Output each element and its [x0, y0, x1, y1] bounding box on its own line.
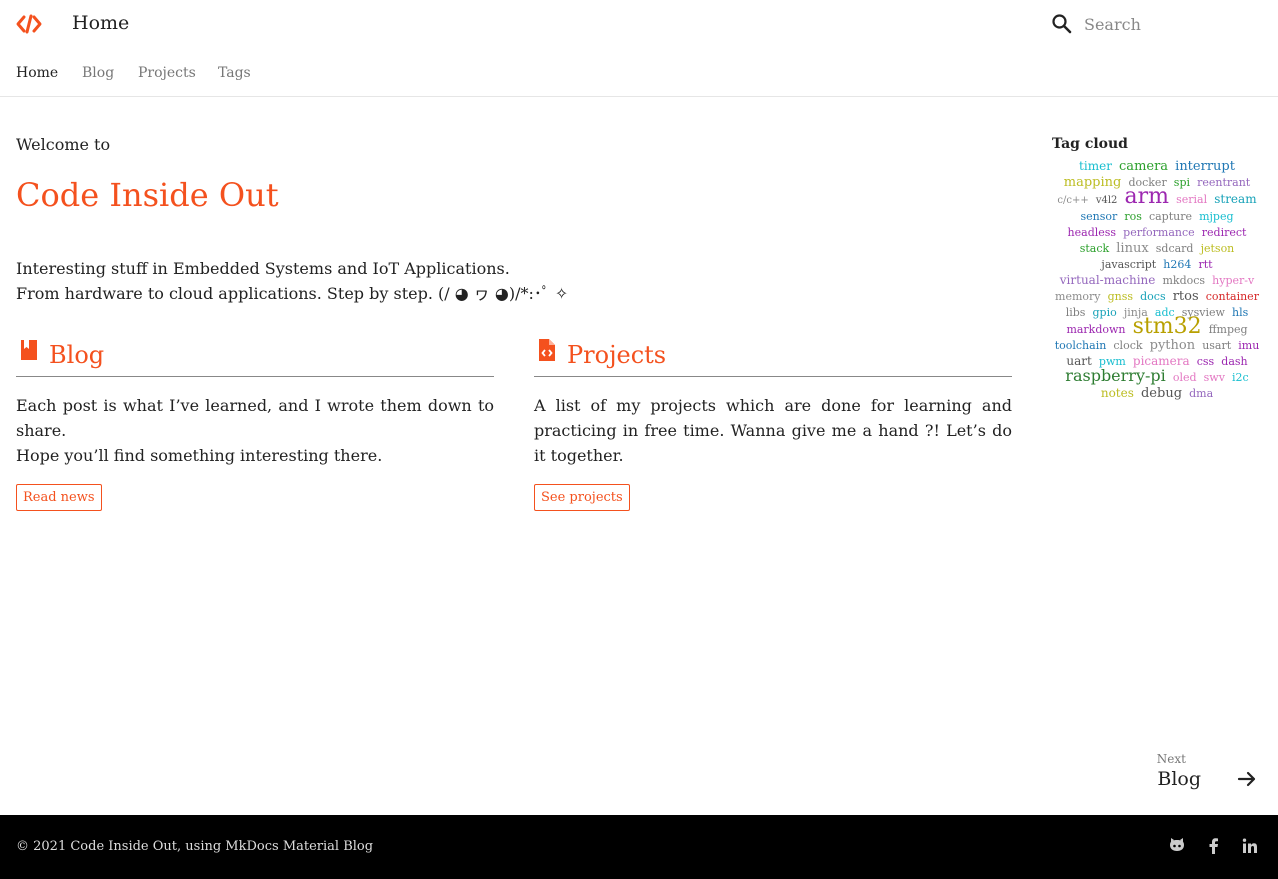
tag-capture[interactable]: capture — [1149, 210, 1192, 224]
tag-v4l2[interactable]: v4l2 — [1096, 194, 1118, 208]
tag-camera[interactable]: camera — [1119, 160, 1168, 174]
blog-card-header: Blog — [16, 338, 494, 377]
tag-hyper-v[interactable]: hyper-v — [1212, 274, 1254, 288]
tag-mjpeg[interactable]: mjpeg — [1199, 210, 1233, 224]
tag-mapping[interactable]: mapping — [1064, 176, 1122, 190]
see-projects-button[interactable]: See projects — [534, 484, 630, 511]
code-icon[interactable] — [16, 13, 42, 35]
next-page-link[interactable]: Next Blog — [1138, 750, 1258, 798]
tag-cloud: timer camera interrupt mapping docker sp… — [1052, 158, 1262, 401]
tag-rtos[interactable]: rtos — [1173, 290, 1199, 304]
footer: © 2021 Code Inside Out, using MkDocs Mat… — [0, 815, 1278, 879]
search-icon[interactable] — [1050, 12, 1074, 36]
blog-card: Blog Each post is what I’ve learned, and… — [16, 338, 494, 511]
tag-timer[interactable]: timer — [1079, 159, 1112, 173]
tag-rtt[interactable]: rtt — [1198, 258, 1212, 272]
tag-sdcard[interactable]: sdcard — [1156, 242, 1194, 256]
tab-tags[interactable]: Tags — [218, 65, 251, 81]
intro-line-2: From hardware to cloud applications. Ste… — [16, 284, 569, 303]
file-code-icon — [539, 339, 555, 361]
copyright: © 2021 Code Inside Out, using MkDocs Mat… — [16, 839, 374, 854]
facebook-icon[interactable] — [1205, 837, 1223, 855]
header: Home — [0, 0, 1278, 48]
tag-clock[interactable]: clock — [1113, 339, 1142, 353]
tag-headless[interactable]: headless — [1068, 226, 1117, 240]
projects-card: Projects A list of my projects which are… — [534, 338, 1012, 511]
tag-serial[interactable]: serial — [1176, 193, 1207, 207]
nav-tabs: Home Blog Projects Tags — [0, 48, 1278, 97]
tag-spi[interactable]: spi — [1174, 176, 1190, 190]
tag-c-c-[interactable]: c/c++ — [1057, 194, 1088, 208]
tag-mkdocs[interactable]: mkdocs — [1162, 274, 1205, 288]
tag-gpio[interactable]: gpio — [1093, 306, 1117, 320]
tag-redirect[interactable]: redirect — [1202, 226, 1247, 240]
tag-i2c[interactable]: i2c — [1232, 371, 1249, 385]
tag-gnss[interactable]: gnss — [1108, 290, 1133, 304]
tab-projects[interactable]: Projects — [138, 65, 196, 81]
tag-docs[interactable]: docs — [1140, 290, 1165, 304]
tab-blog[interactable]: Blog — [82, 65, 114, 81]
next-title: Blog — [1157, 768, 1201, 790]
tag-container[interactable]: container — [1206, 290, 1259, 304]
tag-toolchain[interactable]: toolchain — [1055, 339, 1107, 353]
tag-libs[interactable]: libs — [1066, 306, 1086, 320]
tag-hls[interactable]: hls — [1232, 306, 1248, 320]
tag-virtual-machine[interactable]: virtual-machine — [1060, 273, 1156, 287]
blog-card-line-1: Each post is what I’ve learned, and I wr… — [16, 396, 494, 440]
read-news-button[interactable]: Read news — [16, 484, 102, 511]
tag-cloud-title: Tag cloud — [1052, 136, 1128, 152]
tag-dash[interactable]: dash — [1221, 355, 1247, 369]
projects-card-title[interactable]: Projects — [567, 341, 666, 369]
projects-card-text: A list of my projects which are done for… — [534, 396, 1012, 465]
tag-dma[interactable]: dma — [1189, 387, 1213, 401]
tag-reentrant[interactable]: reentrant — [1197, 176, 1250, 190]
tag-markdown[interactable]: markdown — [1066, 323, 1125, 337]
next-label: Next — [1156, 752, 1186, 766]
tag-sensor[interactable]: sensor — [1080, 210, 1117, 224]
tag-swv[interactable]: swv — [1204, 371, 1225, 385]
tag-stm32[interactable]: stm32 — [1133, 316, 1202, 338]
tag-h264[interactable]: h264 — [1163, 258, 1191, 272]
arrow-right-icon — [1237, 771, 1256, 787]
tag-oled[interactable]: oled — [1173, 371, 1197, 385]
github-icon[interactable] — [1168, 837, 1186, 855]
tag-memory[interactable]: memory — [1055, 290, 1100, 304]
linkedin-icon[interactable] — [1241, 837, 1259, 855]
projects-card-header: Projects — [534, 338, 1012, 377]
tag-raspberry-pi[interactable]: raspberry-pi — [1065, 368, 1165, 384]
tab-home[interactable]: Home — [16, 65, 58, 81]
tag-notes[interactable]: notes — [1101, 386, 1134, 400]
tag-imu[interactable]: imu — [1238, 339, 1259, 353]
tag-usart[interactable]: usart — [1202, 339, 1231, 353]
bookmark-icon — [21, 340, 37, 360]
tag-interrupt[interactable]: interrupt — [1175, 160, 1235, 174]
intro-line-1: Interesting stuff in Embedded Systems an… — [16, 259, 510, 278]
tag-stream[interactable]: stream — [1214, 192, 1256, 206]
tag-linux[interactable]: linux — [1116, 242, 1148, 256]
intro: Interesting stuff in Embedded Systems an… — [16, 256, 568, 306]
blog-card-title[interactable]: Blog — [49, 341, 104, 369]
blog-card-text: Each post is what I’ve learned, and I wr… — [16, 393, 494, 468]
tag-debug[interactable]: debug — [1141, 387, 1182, 401]
search-input[interactable] — [1084, 11, 1264, 37]
tag-ffmpeg[interactable]: ffmpeg — [1209, 323, 1248, 337]
welcome-text: Welcome to — [16, 135, 111, 154]
tag-css[interactable]: css — [1197, 355, 1214, 369]
page-title: Code Inside Out — [16, 176, 279, 214]
tag-arm[interactable]: arm — [1125, 186, 1170, 208]
site-title: Home — [72, 12, 130, 34]
tag-stack[interactable]: stack — [1080, 242, 1109, 256]
tag-ros[interactable]: ros — [1124, 210, 1142, 224]
blog-card-line-2: Hope you’ll find something interesting t… — [16, 446, 383, 465]
tag-performance[interactable]: performance — [1123, 226, 1195, 240]
tag-python[interactable]: python — [1150, 339, 1195, 353]
tag-javascript[interactable]: javascript — [1101, 258, 1156, 272]
tag-jetson[interactable]: jetson — [1201, 242, 1235, 256]
